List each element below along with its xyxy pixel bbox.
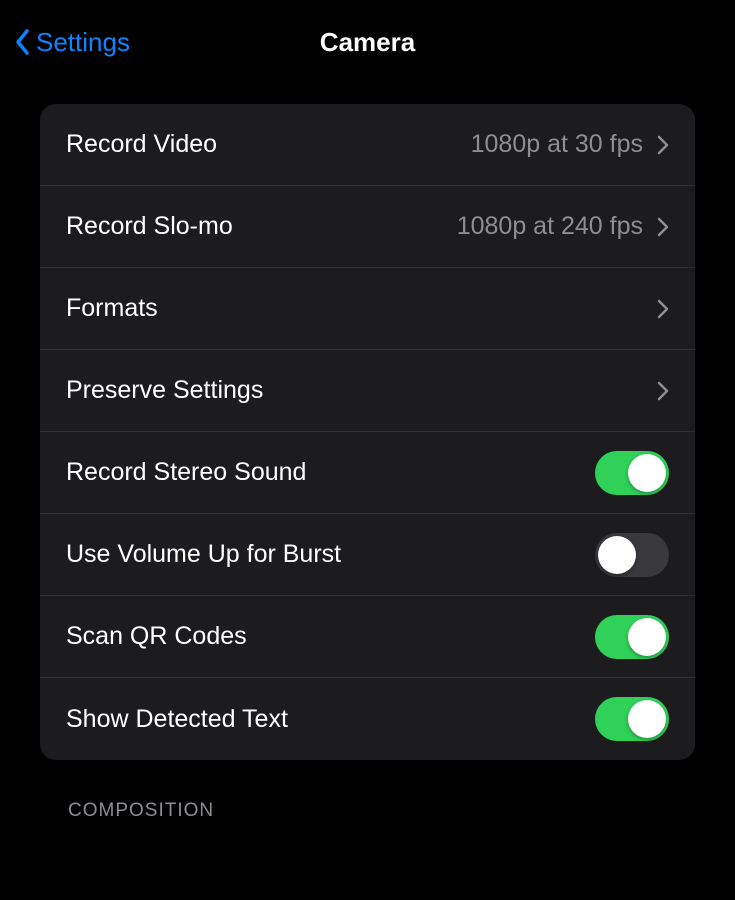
row-record-video[interactable]: Record Video 1080p at 30 fps — [40, 104, 695, 186]
row-preserve-settings[interactable]: Preserve Settings — [40, 350, 695, 432]
back-button[interactable]: Settings — [14, 27, 130, 58]
section-header-composition: COMPOSITION — [40, 760, 695, 822]
toggle-volume-burst[interactable] — [595, 533, 669, 577]
row-label: Use Volume Up for Burst — [66, 540, 595, 569]
row-label: Formats — [66, 294, 657, 323]
settings-list: Record Video 1080p at 30 fps Record Slo-… — [40, 104, 695, 760]
row-record-slomo[interactable]: Record Slo-mo 1080p at 240 fps — [40, 186, 695, 268]
row-value: 1080p at 30 fps — [471, 130, 643, 159]
chevron-left-icon — [14, 28, 30, 56]
row-formats[interactable]: Formats — [40, 268, 695, 350]
row-label: Preserve Settings — [66, 376, 657, 405]
back-button-label: Settings — [36, 27, 130, 58]
chevron-right-icon — [657, 299, 669, 319]
content: Record Video 1080p at 30 fps Record Slo-… — [0, 72, 735, 822]
toggle-knob — [628, 618, 666, 656]
row-scan-qr: Scan QR Codes — [40, 596, 695, 678]
row-label: Record Stereo Sound — [66, 458, 595, 487]
row-label: Scan QR Codes — [66, 622, 595, 651]
toggle-knob — [628, 454, 666, 492]
chevron-right-icon — [657, 381, 669, 401]
row-value: 1080p at 240 fps — [457, 212, 643, 241]
row-volume-burst: Use Volume Up for Burst — [40, 514, 695, 596]
chevron-right-icon — [657, 135, 669, 155]
toggle-record-stereo[interactable] — [595, 451, 669, 495]
toggle-knob — [628, 700, 666, 738]
row-label: Record Video — [66, 130, 471, 159]
row-record-stereo: Record Stereo Sound — [40, 432, 695, 514]
row-detected-text: Show Detected Text — [40, 678, 695, 760]
row-label: Show Detected Text — [66, 705, 595, 734]
navbar: Settings Camera — [0, 12, 735, 72]
toggle-knob — [598, 536, 636, 574]
chevron-right-icon — [657, 217, 669, 237]
toggle-scan-qr[interactable] — [595, 615, 669, 659]
row-label: Record Slo-mo — [66, 212, 457, 241]
toggle-detected-text[interactable] — [595, 697, 669, 741]
page-title: Camera — [320, 27, 415, 58]
